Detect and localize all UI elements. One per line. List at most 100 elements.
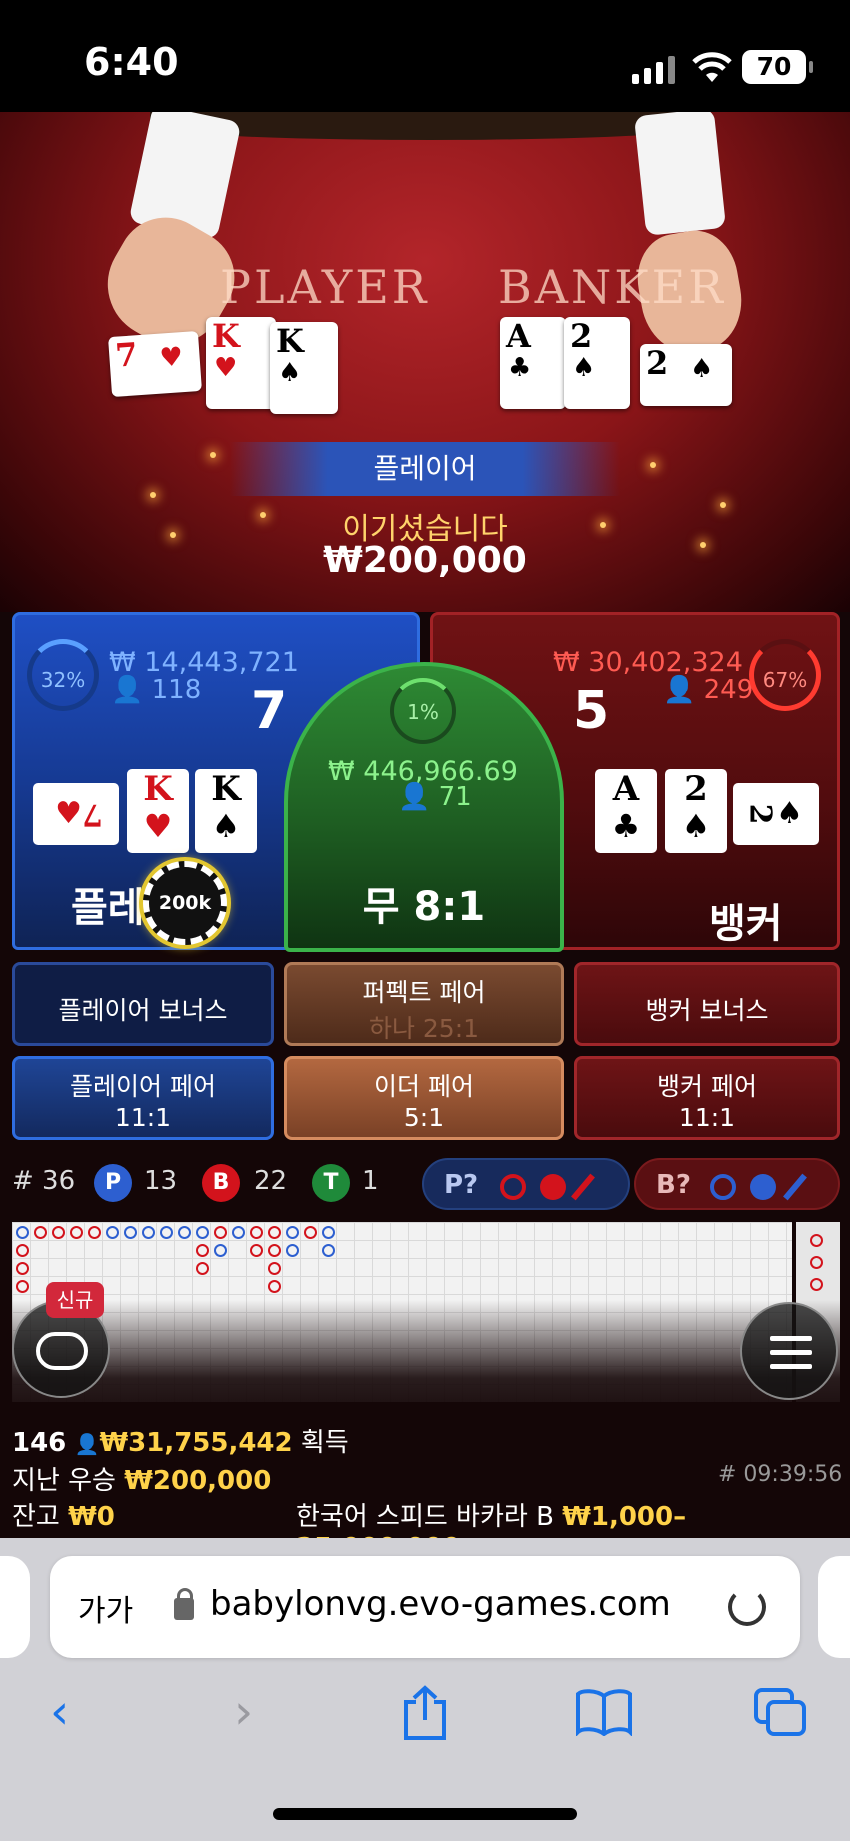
either-pair-button[interactable]: 이더 페어 5:1 bbox=[284, 1056, 564, 1140]
user-icon: 👤 bbox=[663, 675, 696, 705]
tie-wins-badge: T bbox=[312, 1164, 350, 1202]
address-bar[interactable]: 가가 babylonvg.evo-games.com bbox=[50, 1556, 800, 1658]
player-bonus-button[interactable]: 플레이어 보너스 bbox=[12, 962, 274, 1046]
table-card-player-1: 7 ♥ bbox=[108, 330, 202, 398]
roadmap-fade bbox=[0, 1300, 850, 1430]
new-badge: 신규 bbox=[46, 1282, 104, 1318]
banker-bettors-count: 249 bbox=[703, 675, 754, 705]
player-bonus-label: 플레이어 보너스 bbox=[58, 996, 228, 1025]
reload-icon[interactable] bbox=[728, 1588, 766, 1626]
home-indicator bbox=[273, 1808, 577, 1820]
tie-bet-spot[interactable]: 1% ₩ 446,966.69 👤 71 무 8:1 bbox=[284, 662, 564, 952]
share-icon[interactable] bbox=[400, 1684, 450, 1742]
status-bar: 6:40 70 bbox=[0, 0, 850, 112]
winners-line: 146 👤₩31,755,442 획득 bbox=[12, 1422, 349, 1459]
previous-tab-peek[interactable] bbox=[0, 1556, 30, 1658]
table-card-player-3: K ♠ bbox=[270, 322, 338, 414]
tie-percent: 1% bbox=[390, 678, 456, 744]
last-win-amount: ₩200,000 bbox=[124, 1466, 272, 1496]
banker-card-1: A ♣ bbox=[595, 769, 657, 853]
table-card-banker-3: 2 ♠ bbox=[640, 344, 732, 406]
player-wins-badge: P bbox=[94, 1164, 132, 1202]
win-amount: ₩200,000 bbox=[323, 540, 527, 581]
player-wins-count: 13 bbox=[144, 1166, 178, 1196]
banker-bonus-label: 뱅커 보너스 bbox=[645, 996, 769, 1025]
player-pair-button[interactable]: 플레이어 페어 11:1 bbox=[12, 1056, 274, 1140]
banker-card-2: 2 ♠ bbox=[665, 769, 727, 853]
player-card-2: K ♥ bbox=[127, 769, 189, 853]
total-won: ₩31,755,442 bbox=[99, 1428, 293, 1458]
bookmarks-icon[interactable] bbox=[574, 1688, 634, 1736]
banker-wins-count: 22 bbox=[254, 1166, 288, 1196]
signal-icon bbox=[632, 56, 675, 84]
banker-predict-label: B? bbox=[656, 1170, 691, 1200]
text-size-button[interactable]: 가가 bbox=[78, 1586, 133, 1630]
banker-pair-odds: 11:1 bbox=[678, 1103, 736, 1132]
won-suffix: 획득 bbox=[300, 1428, 349, 1458]
user-icon: 👤 bbox=[111, 675, 144, 705]
banker-score: 5 bbox=[573, 681, 610, 741]
balance-label: 잔고 bbox=[12, 1502, 60, 1532]
menu-button[interactable] bbox=[740, 1302, 838, 1400]
battery-indicator: 70 bbox=[742, 50, 813, 84]
felt-player-label: PLAYER bbox=[220, 260, 430, 314]
last-win-line: 지난 우승 ₩200,000 bbox=[12, 1460, 271, 1497]
perfect-pair-odds: 하나 25:1 bbox=[368, 1014, 480, 1043]
player-card-1: ♥7 bbox=[33, 783, 119, 845]
round-count: # 36 bbox=[12, 1166, 76, 1196]
table-name: 한국어 스피드 바카라 B bbox=[296, 1502, 554, 1532]
tie-bettors-count: 71 bbox=[438, 782, 472, 812]
balance-amount: ₩0 bbox=[68, 1502, 115, 1532]
balance-line: 잔고 ₩0 bbox=[12, 1496, 115, 1533]
last-win-label: 지난 우승 bbox=[12, 1466, 116, 1496]
user-icon: 👤 bbox=[398, 782, 431, 812]
red-slash-icon bbox=[571, 1173, 595, 1201]
banker-pair-button[interactable]: 뱅커 페어 11:1 bbox=[574, 1056, 840, 1140]
tie-wins-count: 1 bbox=[362, 1166, 379, 1196]
player-pair-odds: 11:1 bbox=[114, 1103, 172, 1132]
tabs-icon[interactable] bbox=[752, 1686, 808, 1738]
table-card-banker-2: 2 ♠ bbox=[564, 317, 630, 409]
banker-bettors: 👤 249 bbox=[663, 675, 753, 705]
dealer-right-arm bbox=[633, 112, 727, 236]
banker-total: ₩ 30,402,324 bbox=[553, 647, 743, 678]
table-card-player-2: K ♥ bbox=[206, 317, 276, 409]
felt-banker-label: BANKER bbox=[498, 260, 726, 314]
red-dot-icon bbox=[540, 1174, 566, 1200]
player-total: ₩ 14,443,721 bbox=[109, 647, 299, 678]
player-bettors: 👤 118 bbox=[111, 675, 201, 705]
bet-chip[interactable]: 200k bbox=[143, 861, 227, 945]
tie-label: 무 8:1 bbox=[362, 884, 486, 930]
red-ring-icon bbox=[500, 1174, 526, 1200]
player-score: 7 bbox=[251, 681, 288, 741]
either-pair-label: 이더 페어 bbox=[374, 1072, 474, 1101]
banker-wins-badge: B bbox=[202, 1164, 240, 1202]
menu-icon bbox=[770, 1336, 812, 1341]
round-time: # 09:39:56 bbox=[718, 1462, 843, 1487]
banker-percent: 67% bbox=[749, 639, 821, 711]
player-card-3: K ♠ bbox=[195, 769, 257, 853]
result-banner: 플레이어 bbox=[230, 442, 620, 496]
player-bettors-count: 118 bbox=[151, 675, 202, 705]
banker-predict-button[interactable]: B? bbox=[634, 1158, 840, 1210]
player-predict-label: P? bbox=[444, 1170, 479, 1200]
player-predict-button[interactable]: P? bbox=[422, 1158, 630, 1210]
lock-icon bbox=[174, 1588, 194, 1620]
banker-label: 뱅커 bbox=[709, 901, 783, 947]
url-text[interactable]: babylonvg.evo-games.com bbox=[210, 1584, 671, 1624]
back-icon[interactable]: ‹ bbox=[50, 1684, 69, 1740]
perfect-pair-button[interactable]: 퍼펙트 페어 하나 25:1 bbox=[284, 962, 564, 1046]
player-percent: 32% bbox=[27, 639, 99, 711]
stats-row: # 36 P 13 B 22 T 1 P? B? bbox=[0, 1156, 850, 1212]
player-pair-label: 플레이어 페어 bbox=[70, 1072, 216, 1101]
live-video: PLAYER BANKER 7 ♥ K ♥ K ♠ A ♣ 2 ♠ 2 ♠ 플레이어 이기셨… bbox=[0, 112, 850, 612]
banker-card-3: 2♠ bbox=[733, 783, 819, 845]
next-tab-peek[interactable] bbox=[818, 1556, 850, 1658]
forward-icon[interactable]: › bbox=[234, 1684, 253, 1740]
winners-count: 146 bbox=[12, 1428, 67, 1458]
either-pair-odds: 5:1 bbox=[403, 1103, 445, 1132]
banker-bonus-button[interactable]: 뱅커 보너스 bbox=[574, 962, 840, 1046]
table-card-banker-1: A ♣ bbox=[500, 317, 566, 409]
user-icon: 👤 bbox=[74, 1432, 100, 1456]
banker-pair-label: 뱅커 페어 bbox=[657, 1072, 757, 1101]
